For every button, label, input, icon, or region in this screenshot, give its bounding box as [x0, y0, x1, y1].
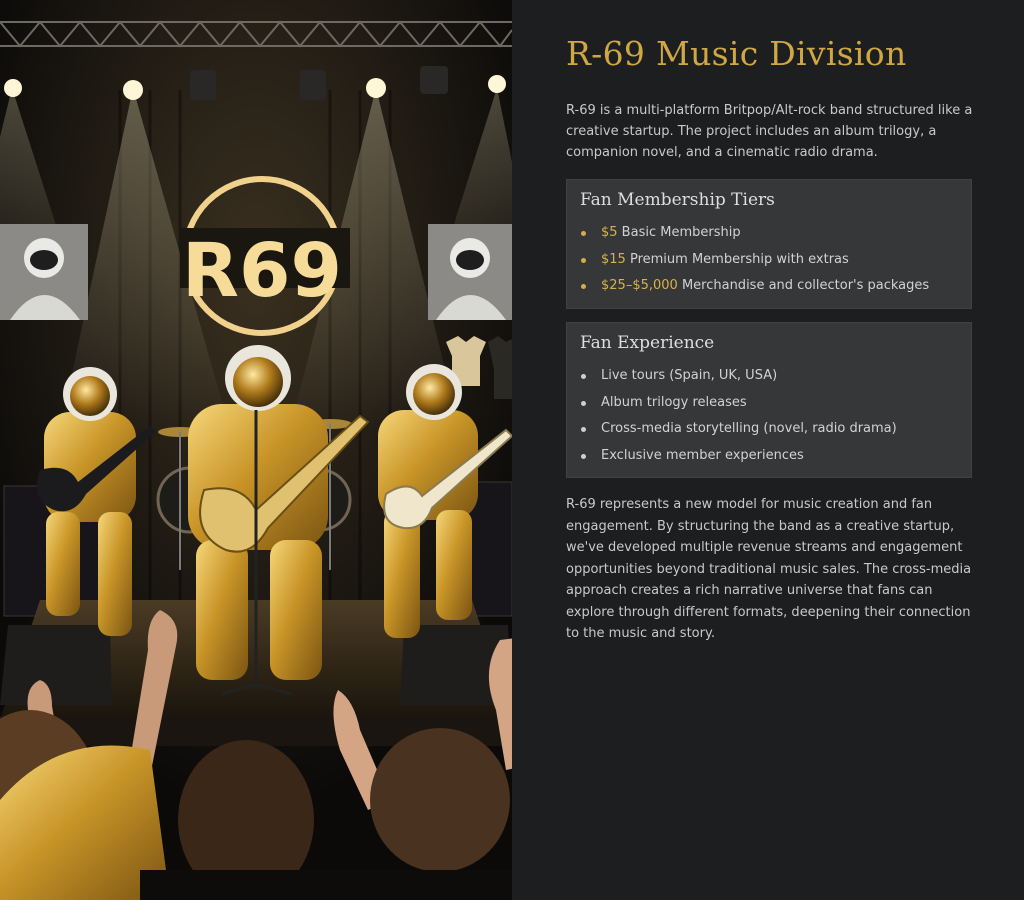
bullet-icon — [581, 453, 586, 459]
intro-paragraph: R-69 is a multi-platform Britpop/Alt-roc… — [566, 103, 973, 160]
list-item: $15 Premium Membership with extras — [581, 247, 971, 274]
list-item: Exclusive member experiences — [581, 443, 971, 470]
bullet-icon — [581, 257, 586, 263]
bullet-icon — [581, 400, 586, 406]
fan-experience-list: Live tours (Spain, UK, USA) Album trilog… — [567, 353, 971, 469]
tier-label: Basic Membership — [617, 225, 741, 240]
astronaut-poster-icon — [0, 224, 88, 320]
astronaut-poster-icon — [428, 224, 512, 320]
fan-experience-card: Fan Experience Live tours (Spain, UK, US… — [566, 322, 972, 478]
tier-label: Premium Membership with extras — [625, 251, 849, 267]
list-item: Live tours (Spain, UK, USA) — [581, 363, 971, 390]
membership-tiers-list: $5 Basic Membership $15 Premium Membersh… — [567, 210, 971, 300]
tier-price: $15 — [601, 251, 626, 267]
outro-paragraph: R-69 represents a new model for music cr… — [566, 497, 972, 641]
fan-experience-heading: Fan Experience — [580, 333, 715, 353]
bullet-icon — [581, 427, 586, 432]
concert-illustration: R69 — [0, 0, 512, 900]
bullet-icon — [581, 284, 586, 289]
membership-tiers-heading: Fan Membership Tiers — [580, 190, 775, 210]
svg-text:R69: R69 — [182, 228, 342, 314]
list-item: Cross-media storytelling (novel, radio d… — [581, 416, 971, 443]
info-panel: R-69 Music Division R-69 is a multi-plat… — [512, 0, 1024, 900]
tier-label: Merchandise and collector's packages — [677, 278, 930, 293]
bullet-icon — [581, 231, 586, 236]
list-item: $5 Basic Membership — [581, 220, 971, 247]
bullet-icon — [581, 374, 586, 379]
list-item: Album trilogy releases — [581, 390, 971, 417]
membership-tiers-card: Fan Membership Tiers $5 Basic Membership… — [566, 179, 972, 309]
tier-price: $5 — [601, 225, 618, 240]
page-title: R-69 Music Division — [566, 34, 907, 73]
tier-price: $25–$5,000 — [601, 278, 678, 293]
list-item: $25–$5,000 Merchandise and collector's p… — [581, 273, 971, 300]
